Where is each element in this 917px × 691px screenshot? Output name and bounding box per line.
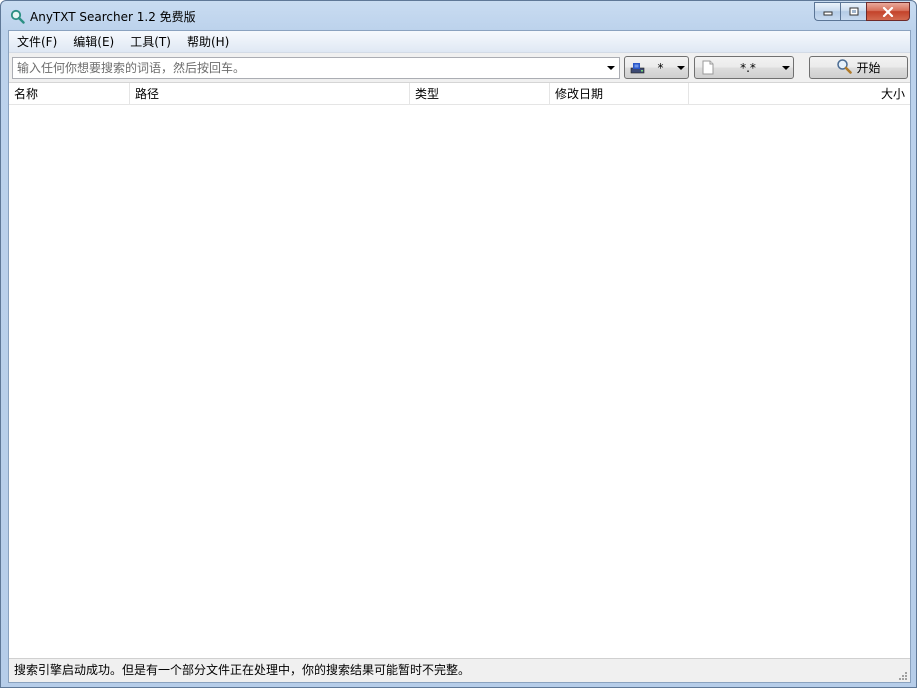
menu-edit[interactable]: 编辑(E)	[65, 32, 122, 52]
client-area: 文件(F) 编辑(E) 工具(T) 帮助(H) 输入任何你想要搜索的词语，然后按…	[8, 30, 911, 683]
menu-tools[interactable]: 工具(T)	[122, 32, 179, 52]
maximize-button[interactable]	[840, 2, 866, 21]
drive-filter-dropdown[interactable]	[674, 58, 688, 78]
chevron-down-icon	[607, 66, 615, 70]
search-icon	[836, 58, 853, 77]
app-logo-icon	[10, 9, 25, 24]
close-button[interactable]	[866, 2, 910, 21]
window-controls	[814, 2, 910, 22]
window-title: AnyTXT Searcher 1.2 免费版	[30, 10, 196, 24]
minimize-button[interactable]	[814, 2, 840, 21]
column-header-type[interactable]: 类型	[410, 83, 550, 105]
drive-filter-value: *	[657, 60, 664, 75]
drive-icon	[629, 58, 647, 78]
search-history-dropdown[interactable]	[603, 58, 619, 78]
app-window: AnyTXT Searcher 1.2 免费版 文件(F) 编辑(E) 工具(T…	[0, 0, 917, 688]
resize-grip-icon[interactable]	[896, 668, 908, 680]
column-header-size[interactable]: 大小	[689, 83, 910, 105]
chevron-down-icon	[677, 65, 685, 70]
status-text: 搜索引擎启动成功。但是有一个部分文件正在处理中，你的搜索结果可能暂时不完整。	[14, 663, 471, 677]
menu-help[interactable]: 帮助(H)	[179, 32, 237, 52]
column-header-modified-date[interactable]: 修改日期	[550, 83, 689, 105]
minimize-icon	[823, 11, 832, 15]
status-bar: 搜索引擎启动成功。但是有一个部分文件正在处理中，你的搜索结果可能暂时不完整。	[9, 658, 910, 682]
results-list-header: 名称 路径 类型 修改日期 大小	[9, 83, 910, 105]
maximize-icon	[849, 7, 858, 16]
drive-filter-select[interactable]: *	[624, 56, 689, 79]
search-combo[interactable]	[12, 57, 620, 79]
start-search-label: 开始	[856, 61, 881, 75]
file-type-filter-dropdown[interactable]	[779, 58, 793, 78]
chevron-down-icon	[782, 65, 790, 70]
column-header-path[interactable]: 路径	[130, 83, 410, 105]
menu-file[interactable]: 文件(F)	[9, 32, 65, 52]
menu-bar: 文件(F) 编辑(E) 工具(T) 帮助(H)	[9, 31, 910, 53]
start-search-button[interactable]: 开始	[809, 56, 908, 79]
close-icon	[882, 6, 894, 17]
column-header-name[interactable]: 名称	[9, 83, 130, 105]
title-bar[interactable]: AnyTXT Searcher 1.2 免费版	[1, 1, 916, 31]
file-icon	[699, 58, 717, 78]
results-list[interactable]: 名称 路径 类型 修改日期 大小	[9, 82, 910, 658]
file-type-filter-select[interactable]: *.*	[694, 56, 794, 79]
file-type-filter-value: *.*	[740, 60, 756, 75]
search-toolbar: * *.*	[9, 54, 910, 82]
search-input[interactable]	[13, 58, 603, 78]
